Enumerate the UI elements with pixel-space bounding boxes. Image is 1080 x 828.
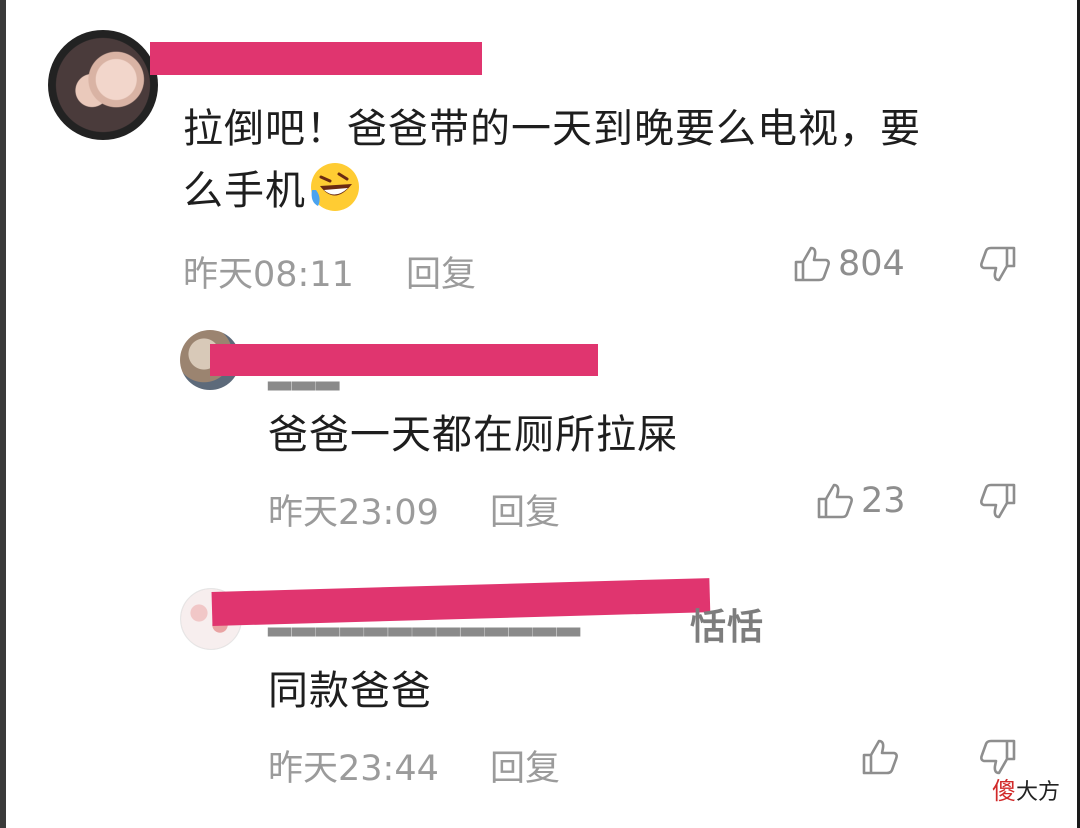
comment-line: 么手机 [183, 168, 306, 214]
watermark-text: 大方 [1015, 780, 1060, 805]
watermark-red-char: 傻 [991, 777, 1016, 805]
watermark: 傻大方 [992, 771, 1060, 806]
like-count: 804 [838, 244, 905, 284]
like-button[interactable] [860, 737, 906, 777]
thumbs-down-icon [978, 481, 1018, 521]
thumbs-down-icon [978, 244, 1018, 284]
comment-timestamp: 昨天23:09 [268, 493, 439, 533]
thumbs-up-icon [792, 244, 832, 284]
like-button[interactable]: 804 [792, 244, 905, 284]
username-suffix: 恬恬 [690, 607, 765, 648]
username-redaction [211, 578, 711, 626]
like-button[interactable]: 23 [815, 481, 906, 521]
like-count: 23 [861, 481, 906, 521]
reply-button[interactable]: 回复 [490, 740, 560, 791]
comment-timestamp: 昨天08:11 [183, 255, 354, 295]
comment-line: 拉倒吧！爸爸带的一天到晚要么电视，要 [183, 106, 921, 152]
dislike-button[interactable] [978, 244, 1018, 284]
reply-button[interactable]: 回复 [490, 484, 560, 535]
comment-body: 爸爸一天都在厕所拉屎 [268, 412, 678, 458]
rofl-emoji [308, 160, 362, 214]
username-redaction [210, 344, 598, 376]
comment-body: 拉倒吧！爸爸带的一天到晚要么电视，要 么手机 [183, 98, 1043, 222]
avatar[interactable] [48, 30, 158, 140]
window-edge-left [0, 0, 6, 828]
dislike-button[interactable] [978, 481, 1018, 521]
thumbs-up-icon [860, 737, 900, 777]
username-redaction [150, 42, 482, 75]
comment-timestamp: 昨天23:44 [268, 749, 439, 789]
reply-button[interactable]: 回复 [406, 246, 476, 297]
thumbs-up-icon [815, 481, 855, 521]
comment-body: 同款爸爸 [268, 668, 432, 714]
